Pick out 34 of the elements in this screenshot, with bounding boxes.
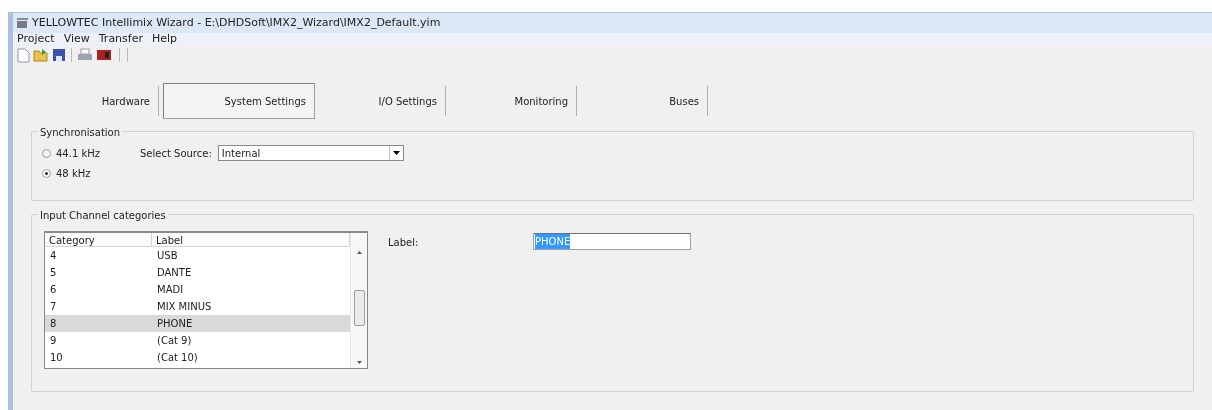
tab[interactable]: System Settings — [163, 83, 315, 119]
app-icon — [16, 17, 29, 29]
menu-item[interactable]: View — [63, 31, 90, 48]
radio-button[interactable]: 48 kHz — [42, 164, 91, 182]
scroll-down-icon[interactable] — [356, 361, 362, 364]
list-row[interactable]: 5 DANTE — [45, 264, 350, 281]
scroll-thumb[interactable] — [353, 289, 365, 326]
open-folder-icon[interactable] — [33, 48, 49, 62]
tab[interactable]: Buses — [577, 83, 707, 119]
menu-item[interactable]: Help — [152, 31, 178, 48]
tab[interactable]: Hardware — [18, 83, 158, 119]
list-row[interactable]: 6 MADI — [45, 281, 350, 298]
scroll-up-icon[interactable] — [356, 251, 362, 254]
dropdown-button[interactable] — [388, 146, 403, 160]
window-title: YELLOWTEC Intellimix Wizard - E:\DHDSoft\IMX2_Wizard\IMX2_Default.yim — [32, 14, 441, 31]
list-row[interactable]: 10 (Cat 10) — [45, 349, 350, 366]
radio-button[interactable]: 44.1 kHz — [42, 144, 100, 162]
menu-item[interactable]: Transfer — [98, 31, 143, 48]
list-row[interactable]: 8 PHONE — [45, 315, 350, 332]
list-row[interactable]: 9 (Cat 9) — [45, 332, 350, 349]
list-row[interactable]: 7 MIX MINUS — [45, 298, 350, 315]
tab[interactable]: I/O Settings — [315, 83, 445, 119]
column-header[interactable]: Category — [45, 233, 152, 246]
source-dropdown[interactable]: Internal — [217, 145, 404, 161]
hardware-icon[interactable] — [96, 49, 112, 61]
save-icon[interactable] — [52, 48, 66, 62]
menu-item[interactable]: Project — [17, 31, 55, 48]
list-row[interactable]: 4 USB — [45, 247, 350, 264]
caret-icon — [392, 151, 400, 155]
tab[interactable]: Monitoring — [446, 83, 576, 119]
field-label: Select Source: — [140, 146, 212, 161]
group-title: Synchronisation — [38, 125, 123, 140]
field-label: Label: — [388, 236, 420, 250]
group-title: Input Channel categories — [38, 208, 168, 223]
